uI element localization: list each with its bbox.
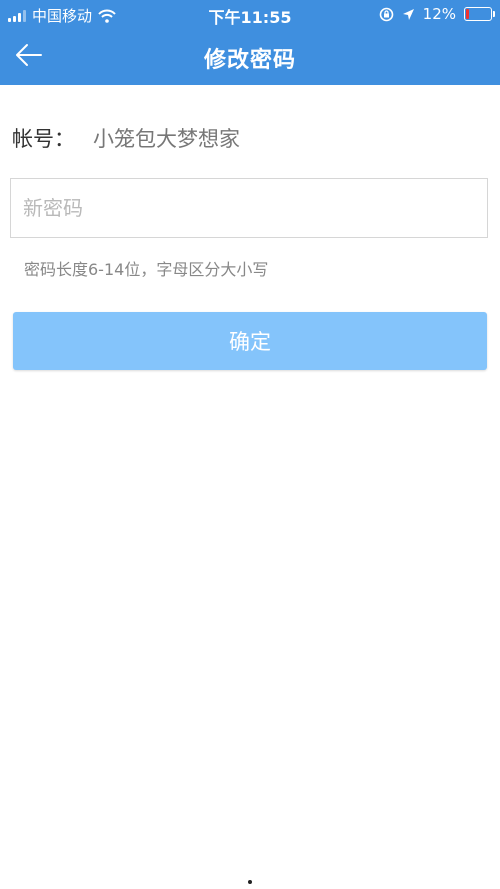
account-row: 帐号： 小笼包大梦想家 [12, 123, 240, 153]
confirm-button[interactable]: 确定 [13, 312, 487, 370]
account-label: 帐号： [12, 127, 75, 151]
nav-bar: 修改密码 [0, 28, 500, 85]
rotation-lock-icon [379, 7, 393, 21]
status-bar: 中国移动 下午11:55 12% [0, 0, 500, 28]
account-value: 小笼包大梦想家 [93, 127, 240, 151]
home-indicator-dot [248, 880, 252, 884]
new-password-input[interactable] [10, 178, 488, 238]
top-bar: 中国移动 下午11:55 12% 修改密码 [0, 0, 500, 85]
location-icon [402, 8, 414, 20]
page-title: 修改密码 [203, 48, 296, 73]
battery-percent: 12% [422, 5, 456, 23]
status-right: 12% [379, 5, 495, 23]
battery-icon [464, 7, 495, 21]
password-hint: 密码长度6-14位，字母区分大小写 [24, 260, 269, 279]
